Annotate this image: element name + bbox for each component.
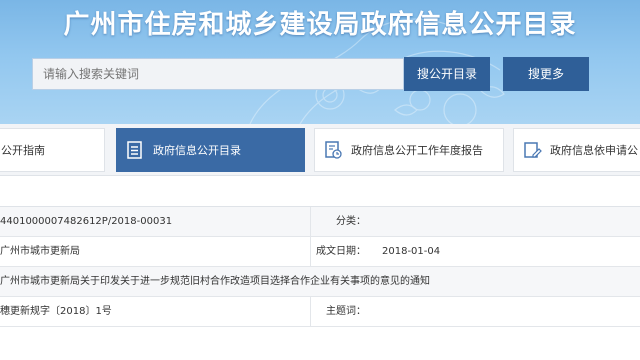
site-title: 广州市住房和城乡建设局政府信息公开目录 [63,10,577,40]
index-number: 4401000007482612P/2018-00031 [0,216,173,227]
tab-label: 政府信息依申请公 [550,144,638,157]
tab-label: 政府信息公开工作年度报告 [351,144,483,157]
category-label: 分类： [310,207,370,237]
tab-catalog[interactable]: 政府信息公开目录 [116,128,305,172]
search-more-button[interactable]: 搜更多 [503,57,589,91]
table-row: 广州市城市更新局 成文日期： 2018-01-04 [0,237,640,267]
header-banner: 广州市住房和城乡建设局政府信息公开目录 搜公开目录 搜更多 [0,0,640,124]
table-row: 广州市城市更新局关于印发关于进一步规范旧村合作改造项目选择合作企业有关事项的意见… [0,267,640,297]
apply-icon [524,142,542,158]
tab-guide[interactable]: 公开指南 [0,128,105,172]
subject-label: 主题词： [310,297,370,327]
publisher: 广州市城市更新局 [0,246,80,257]
search-input[interactable] [32,58,404,90]
category-value [374,207,640,237]
subject-value [374,297,640,327]
report-icon [325,141,342,159]
tab-label: 政府信息公开目录 [153,144,241,157]
document-title: 广州市城市更新局关于印发关于进一步规范旧村合作改造项目选择合作企业有关事项的意见… [0,276,430,287]
document-detail-table: 4401000007482612P/2018-00031 分类： 广州市城市更新… [0,206,640,327]
search-catalog-button[interactable]: 搜公开目录 [404,57,490,91]
nav-tabs: 公开指南 政府信息公开目录 政府信息公开工作年度报告 政府信息依申请公 [0,124,640,176]
table-row: 穗更新规字〔2018〕1号 主题词： [0,297,640,327]
table-row: 4401000007482612P/2018-00031 分类： [0,207,640,237]
list-doc-icon [127,141,142,159]
doc-number: 穗更新规字〔2018〕1号 [0,306,112,317]
date-value: 2018-01-04 [382,246,441,257]
tab-label: 公开指南 [1,144,45,157]
tab-apply[interactable]: 政府信息依申请公 [513,128,640,172]
date-label: 成文日期： [310,237,370,267]
tab-annual-report[interactable]: 政府信息公开工作年度报告 [314,128,504,172]
